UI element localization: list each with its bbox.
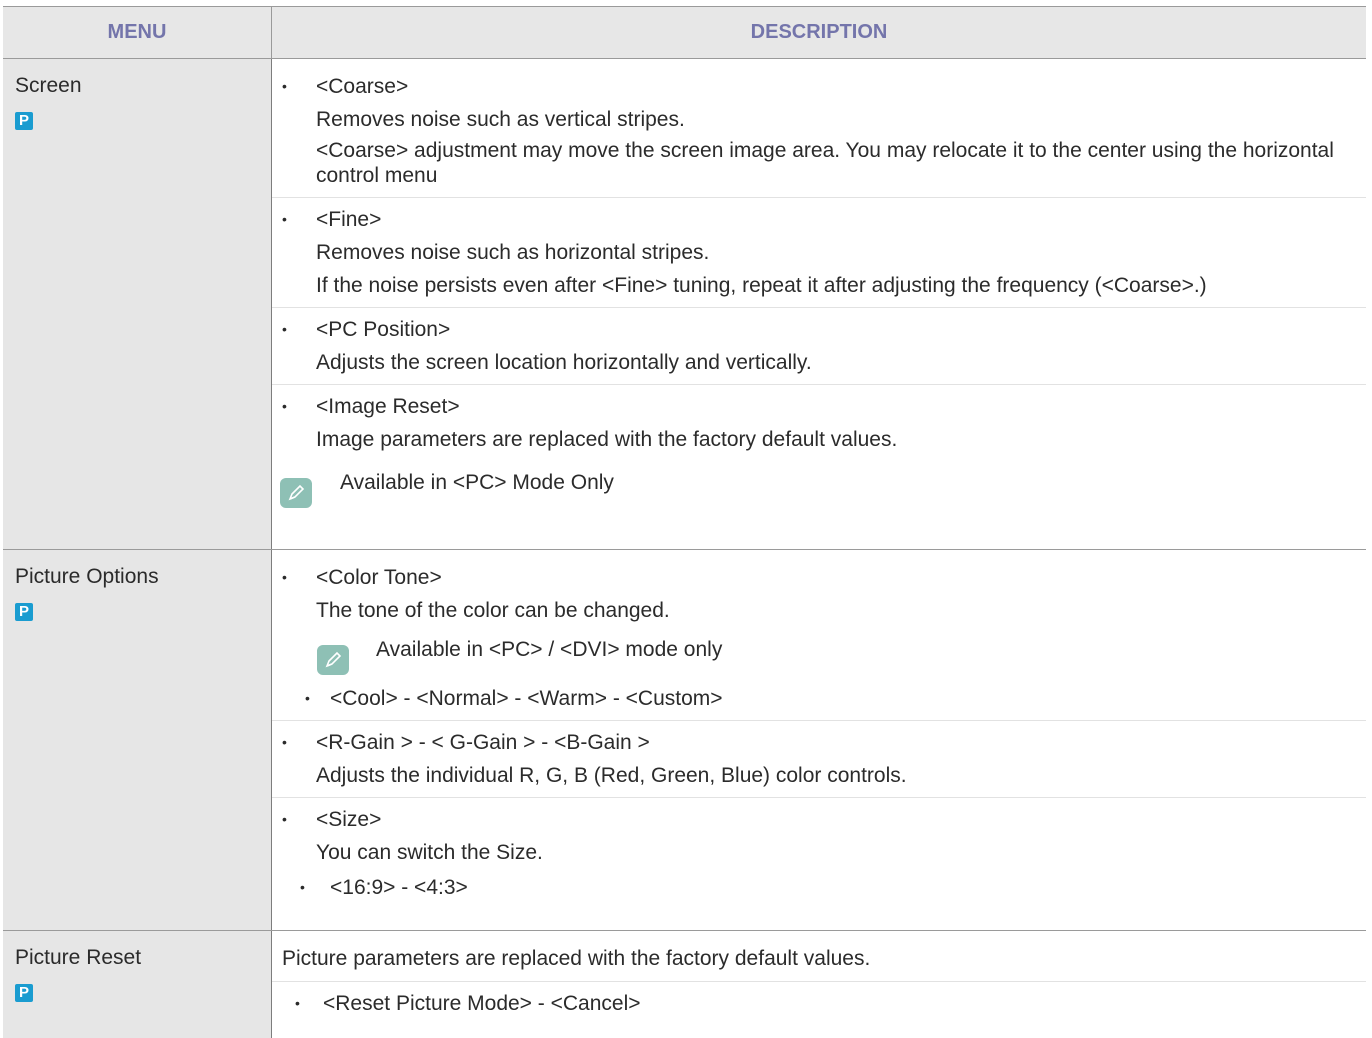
note-text: Available in <PC> Mode Only [340,471,614,494]
bullet: • [282,78,287,94]
list-item: • <Color Tone> The tone of the color can… [272,565,1366,623]
bullet: • [282,321,287,337]
item-text: Adjusts the individual R, G, B (Red, Gre… [316,764,907,787]
bullet: • [282,569,287,585]
item-heading: <Size> [316,808,382,831]
pencil-note-icon [317,645,349,675]
item-text: You can switch the Size. [316,841,543,864]
description-cell: • <Coarse> Removes noise such as vertica… [271,58,1366,550]
menu-description-table: MENU DESCRIPTION Screen P • <Coarse> Rem… [3,6,1366,1038]
p-badge-icon: P [15,603,33,621]
list-item: • <16:9> - <4:3> [272,875,1366,900]
list-item: • <Reset Picture Mode> - <Cancel> [272,991,1366,1016]
menu-label: Picture Reset [15,946,142,969]
size-options: <16:9> - <4:3> [330,876,468,899]
menu-cell: Picture Reset P [3,930,272,1038]
list-item: • <Size> You can switch the Size. [272,807,1366,865]
item-text: <Coarse> adjustment may move the screen … [316,139,1334,187]
p-badge-icon: P [15,112,33,130]
description-cell: • <Color Tone> The tone of the color can… [271,549,1366,931]
table-row: Picture Options P • <Color Tone> The ton… [3,549,1366,931]
divider [272,197,1366,198]
list-item: • <Coarse> Removes noise such as vertica… [272,74,1366,188]
item-text: Adjusts the screen location horizontally… [316,351,812,374]
menu-label: Picture Options [15,565,159,588]
note: Available in <PC> Mode Only [272,470,1366,508]
bullet: • [282,734,287,750]
bullet: • [282,211,287,227]
tone-options: <Cool> - <Normal> - <Warm> - <Custom> [330,687,723,710]
list-item: • <PC Position> Adjusts the screen locat… [272,317,1366,375]
list-item: • <R-Gain > - < G-Gain > - <B-Gain > Adj… [272,730,1366,788]
reset-text: Picture parameters are replaced with the… [282,947,871,970]
item-text: Removes noise such as vertical stripes. [316,108,685,131]
divider [272,307,1366,308]
menu-cell: Picture Options P [3,549,272,931]
divider [272,981,1366,982]
list-item: • <Fine> Removes noise such as horizonta… [272,207,1366,298]
note: Available in <PC> / <DVI> mode only [272,637,1366,675]
item-heading: <Fine> [316,208,382,231]
note-text: Available in <PC> / <DVI> mode only [376,638,723,661]
description-column-header: DESCRIPTION [271,6,1366,59]
bullet: • [282,811,287,827]
item-heading: <Image Reset> [316,395,460,418]
item-heading: <Color Tone> [316,566,442,589]
menu-label: Screen [15,74,82,97]
reset-options: <Reset Picture Mode> - <Cancel> [323,992,641,1015]
item-text: The tone of the color can be changed. [316,599,670,622]
p-badge-icon: P [15,984,33,1002]
item-text: Removes noise such as horizontal stripes… [316,241,710,264]
item-text: Image parameters are replaced with the f… [316,428,898,451]
pencil-note-icon [280,478,312,508]
list-item: • <Cool> - <Normal> - <Warm> - <Custom> [272,686,1366,711]
table-row: Picture Reset P Picture parameters are r… [3,930,1366,1038]
item-heading: <Coarse> [316,75,409,98]
item-text: If the noise persists even after <Fine> … [316,274,1207,297]
item-heading: <R-Gain > - < G-Gain > - <B-Gain > [316,731,650,754]
list-item: • <Image Reset> Image parameters are rep… [272,394,1366,452]
bullet: • [305,690,310,706]
divider [272,384,1366,385]
item-heading: <PC Position> [316,318,451,341]
table-header-row: MENU DESCRIPTION [3,6,1366,59]
divider [272,720,1366,721]
bullet: • [282,398,287,414]
bullet: • [295,995,300,1011]
table-row: Screen P • <Coarse> Removes noise such a… [3,58,1366,550]
bullet: • [300,879,305,895]
menu-cell: Screen P [3,58,272,550]
divider [272,797,1366,798]
description-cell: Picture parameters are replaced with the… [272,931,1366,1038]
menu-column-header: MENU [3,6,272,59]
